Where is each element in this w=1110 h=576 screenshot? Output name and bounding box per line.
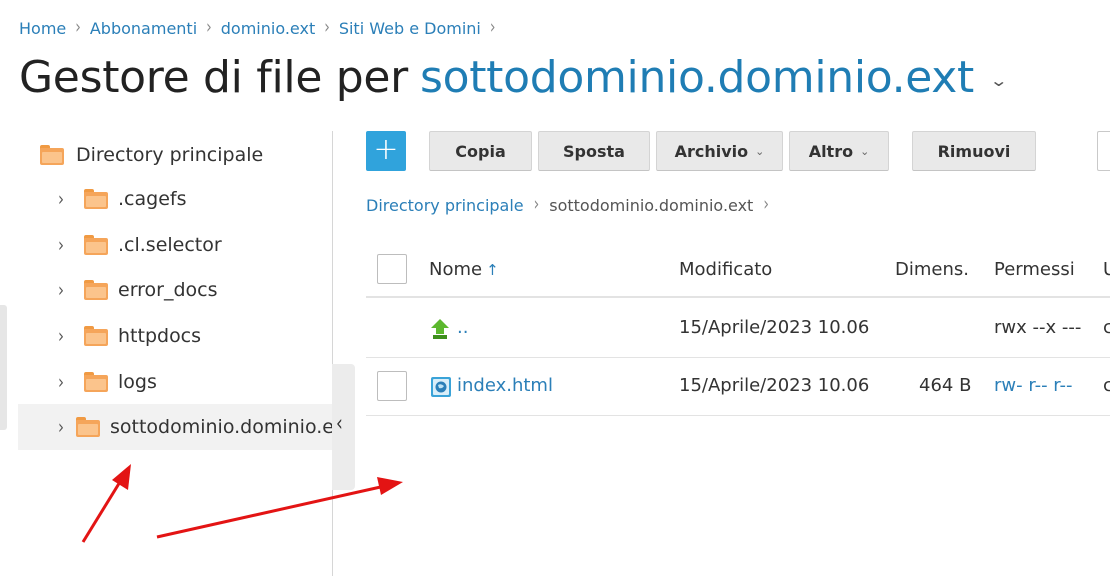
chevron-right-icon[interactable]: ›	[58, 370, 72, 393]
path-breadcrumb: Directory principale › sottodominio.domi…	[366, 194, 779, 216]
row-select-checkbox[interactable]	[377, 371, 407, 401]
file-permissions: rwx --x ---	[994, 317, 1082, 338]
chevron-right-icon: ›	[324, 17, 330, 39]
html-file-icon	[431, 377, 451, 397]
file-user: c	[1103, 317, 1110, 338]
annotation-arrow-up	[81, 476, 125, 543]
tree-item-logs[interactable]: › logs	[18, 359, 332, 405]
more-button[interactable]: Altro ⌄	[789, 131, 889, 171]
folder-icon	[76, 417, 100, 437]
file-name-link[interactable]: ..	[457, 317, 468, 338]
column-modified-header[interactable]: Modificato	[679, 259, 772, 280]
column-size-header[interactable]: Dimens.	[895, 259, 969, 280]
chevron-right-icon[interactable]: ›	[58, 187, 72, 210]
column-permissions-header[interactable]: Permessi	[994, 259, 1075, 280]
folder-icon	[84, 326, 108, 346]
tree-item-httpdocs[interactable]: › httpdocs	[18, 313, 332, 359]
chevron-down-icon[interactable]: ⌄	[989, 71, 1008, 90]
tree-item-label: sottodominio.dominio.ext	[110, 416, 332, 438]
copy-button[interactable]: Copia	[429, 131, 532, 171]
tree-item-label: .cl.selector	[118, 234, 222, 256]
folder-icon	[84, 372, 108, 392]
parent-folder-up-icon	[431, 319, 449, 339]
column-name-header[interactable]: Nome ↑	[429, 259, 499, 280]
chevron-right-icon: ›	[206, 17, 212, 39]
breadcrumb-websites-domains[interactable]: Siti Web e Domini	[339, 19, 481, 38]
move-button-label: Sposta	[563, 141, 625, 161]
folder-icon	[40, 145, 64, 165]
select-all-checkbox[interactable]	[377, 254, 407, 284]
collapse-panel-button[interactable]: ‹	[332, 364, 355, 490]
path-current: sottodominio.dominio.ext	[549, 195, 754, 215]
file-permissions-link[interactable]: rw- r-- r--	[994, 375, 1073, 396]
folder-icon	[84, 235, 108, 255]
chevron-left-icon: ‹	[336, 411, 343, 437]
tree-item-sottodominio[interactable]: › sottodominio.dominio.ext	[18, 404, 332, 450]
column-user-header[interactable]: U	[1103, 259, 1110, 280]
breadcrumb-domain[interactable]: dominio.ext	[221, 19, 315, 38]
tree-item-error-docs[interactable]: › error_docs	[18, 267, 332, 313]
copy-button-label: Copia	[455, 141, 506, 161]
chevron-right-icon[interactable]: ›	[58, 415, 64, 438]
move-button[interactable]: Sposta	[538, 131, 650, 171]
chevron-down-icon: ⌄	[755, 144, 765, 158]
file-user: c	[1103, 375, 1110, 396]
chevron-right-icon[interactable]: ›	[58, 278, 72, 301]
folder-icon	[84, 280, 108, 300]
tree-item-cagefs[interactable]: › .cagefs	[18, 176, 332, 222]
left-panel-edge	[0, 305, 7, 430]
file-name-link[interactable]: index.html	[457, 375, 553, 396]
chevron-right-icon[interactable]: ›	[58, 324, 72, 347]
remove-button[interactable]: Rimuovi	[912, 131, 1036, 171]
breadcrumb-home[interactable]: Home	[19, 19, 66, 38]
table-row: .. 15/Aprile/2023 10.06 rwx --x --- c	[366, 300, 1110, 358]
page-title-domain[interactable]: sottodominio.dominio.ext	[420, 52, 974, 103]
panel-divider[interactable]	[332, 131, 333, 576]
chevron-right-icon: ›	[533, 194, 540, 216]
file-size: 464 B	[919, 375, 972, 396]
page-title-prefix: Gestore di file per	[19, 52, 408, 103]
tree-root-item[interactable]: Directory principale	[40, 143, 263, 167]
annotation-arrow-right	[156, 484, 386, 539]
page-title: Gestore di file per sottodominio.dominio…	[19, 52, 1008, 103]
chevron-right-icon: ›	[489, 17, 496, 39]
archive-button[interactable]: Archivio ⌄	[656, 131, 783, 171]
add-button[interactable]: +	[366, 131, 406, 171]
remove-button-label: Rimuovi	[937, 141, 1011, 161]
breadcrumb: Home › Abbonamenti › dominio.ext › Siti …	[19, 17, 504, 39]
file-modified: 15/Aprile/2023 10.06	[679, 375, 870, 396]
tree-item-cl-selector[interactable]: › .cl.selector	[18, 222, 332, 268]
path-root-link[interactable]: Directory principale	[366, 196, 524, 215]
file-modified: 15/Aprile/2023 10.06	[679, 317, 870, 338]
tree-item-label: httpdocs	[118, 325, 202, 347]
folder-icon	[84, 189, 108, 209]
archive-button-label: Archivio	[674, 141, 749, 161]
column-name-label: Nome	[429, 259, 483, 280]
chevron-down-icon: ⌄	[860, 144, 870, 158]
annotation-arrowhead	[377, 477, 403, 495]
file-table-header: Nome ↑ Modificato Dimens. Permessi U	[366, 242, 1110, 298]
chevron-right-icon[interactable]: ›	[58, 233, 72, 256]
breadcrumb-subscriptions[interactable]: Abbonamenti	[90, 19, 197, 38]
chevron-right-icon: ›	[75, 17, 81, 39]
annotation-arrowhead	[112, 464, 131, 490]
table-row: index.html 15/Aprile/2023 10.06 464 B rw…	[366, 358, 1110, 416]
tree-item-label: error_docs	[118, 279, 218, 301]
tree-root-label: Directory principale	[76, 144, 264, 166]
search-input[interactable]	[1097, 131, 1110, 171]
tree-item-label: logs	[118, 371, 157, 393]
chevron-right-icon: ›	[763, 194, 769, 216]
more-button-label: Altro	[808, 141, 854, 161]
sort-ascending-icon: ↑	[486, 261, 499, 279]
tree-item-label: .cagefs	[118, 188, 187, 210]
